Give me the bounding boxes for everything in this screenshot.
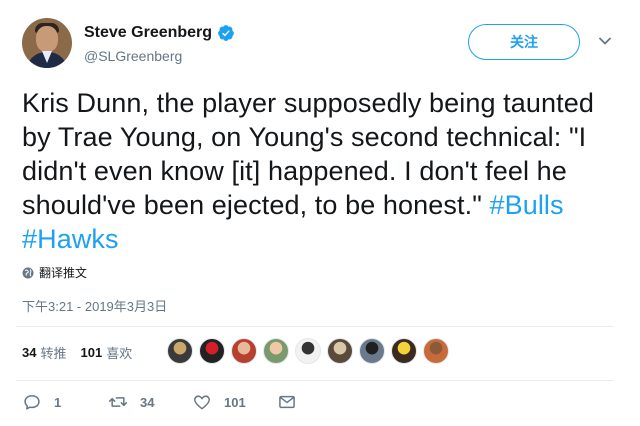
reply-icon: [24, 395, 40, 410]
follow-button[interactable]: 关注: [468, 24, 580, 60]
author-name-row[interactable]: Steve Greenberg: [84, 24, 235, 42]
translate-label: 翻译推文: [39, 266, 88, 280]
divider: [16, 326, 614, 327]
liker-avatar[interactable]: [295, 338, 321, 364]
chevron-down-icon[interactable]: [598, 34, 612, 48]
liker-avatar[interactable]: [391, 338, 417, 364]
direct-message-button[interactable]: [277, 392, 297, 412]
likes-label[interactable]: 喜欢: [106, 343, 132, 362]
tweet-stats: 34 转推 101 喜欢: [22, 343, 146, 362]
retweet-icon: [108, 397, 128, 407]
globe-icon: [22, 267, 34, 278]
tweet-actions: 1 34 101: [22, 392, 322, 414]
author-handle[interactable]: @SLGreenberg: [84, 48, 182, 64]
retweets-label[interactable]: 转推: [40, 343, 66, 362]
tweet-header: Steve Greenberg @SLGreenberg 关注: [18, 14, 622, 72]
retweet-button[interactable]: 34: [108, 392, 154, 412]
reply-count: 1: [54, 394, 62, 410]
liker-avatars: [167, 338, 455, 364]
tweet-body: Kris Dunn, the player supposedly being t…: [22, 86, 622, 256]
envelope-icon: [279, 395, 295, 409]
heart-icon: [193, 395, 211, 410]
liker-avatar[interactable]: [167, 338, 193, 364]
likes-count[interactable]: 101: [80, 345, 102, 360]
liker-avatar[interactable]: [231, 338, 257, 364]
like-count: 101: [224, 394, 246, 410]
liker-avatar[interactable]: [359, 338, 385, 364]
author-display-name[interactable]: Steve Greenberg: [84, 24, 212, 42]
reply-button[interactable]: 1: [22, 392, 61, 412]
hashtag-hawks[interactable]: #Hawks: [22, 224, 119, 254]
like-button[interactable]: 101: [192, 392, 246, 412]
translate-tweet-link[interactable]: 翻译推文: [22, 264, 87, 281]
verified-badge-icon: [218, 25, 234, 41]
retweet-count: 34: [140, 394, 155, 410]
hashtag-bulls[interactable]: #Bulls: [489, 190, 563, 220]
divider: [16, 380, 614, 381]
tweet-timestamp[interactable]: 下午3:21 - 2019年3月3日: [22, 296, 167, 315]
liker-avatar[interactable]: [199, 338, 225, 364]
liker-avatar[interactable]: [327, 338, 353, 364]
liker-avatar[interactable]: [423, 338, 449, 364]
retweets-count[interactable]: 34: [22, 345, 36, 360]
author-avatar[interactable]: [22, 18, 72, 68]
liker-avatar[interactable]: [263, 338, 289, 364]
